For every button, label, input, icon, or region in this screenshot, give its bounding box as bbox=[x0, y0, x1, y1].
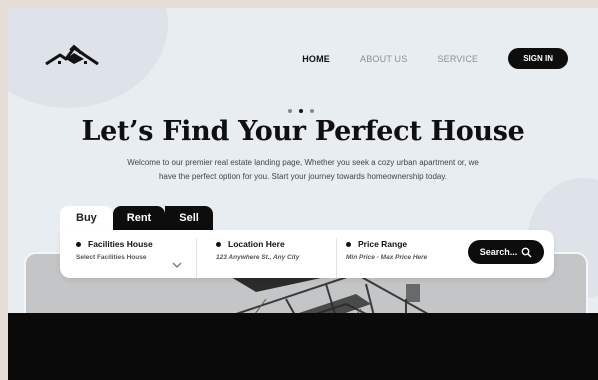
facilities-label: Facilities House bbox=[88, 239, 153, 249]
divider bbox=[336, 238, 337, 278]
nav-service[interactable]: SERVICE bbox=[437, 54, 478, 64]
bullet-icon bbox=[346, 241, 351, 247]
location-field[interactable]: Location Here 123 Anywhere St., Any City bbox=[216, 239, 299, 261]
carousel-dots bbox=[288, 109, 314, 113]
hero-title: Let’s Find Your Perfect House bbox=[81, 116, 525, 147]
hero-subtitle: Welcome to our premier real estate landi… bbox=[8, 156, 598, 184]
listing-tabs: Buy Rent Sell bbox=[60, 206, 213, 232]
facilities-value: Select Facilities House bbox=[76, 254, 147, 261]
tab-sell[interactable]: Sell bbox=[165, 206, 213, 232]
price-value: Min Price - Max Price Here bbox=[346, 254, 428, 261]
nav-about-us[interactable]: ABOUT US bbox=[360, 54, 407, 64]
footer-band bbox=[8, 313, 598, 380]
tab-buy[interactable]: Buy bbox=[60, 206, 113, 232]
price-title: Price Range bbox=[346, 239, 427, 249]
main-nav: HOME ABOUT US SERVICE SIGN IN bbox=[302, 48, 568, 69]
sign-in-button[interactable]: SIGN IN bbox=[508, 48, 568, 69]
house-roof-logo-icon[interactable] bbox=[44, 42, 100, 72]
facilities-title: Facilities House bbox=[76, 239, 153, 249]
price-range-field[interactable]: Price Range Min Price - Max Price Here bbox=[346, 239, 427, 261]
price-label: Price Range bbox=[358, 239, 408, 249]
divider bbox=[196, 238, 197, 278]
bullet-icon bbox=[216, 241, 221, 247]
page-frame: HOME ABOUT US SERVICE SIGN IN Let’s Find… bbox=[8, 8, 598, 380]
carousel-dot-active[interactable] bbox=[299, 109, 303, 113]
search-icon bbox=[521, 247, 532, 258]
bullet-icon bbox=[76, 241, 81, 247]
carousel-dot[interactable] bbox=[288, 109, 292, 113]
chevron-down-icon[interactable] bbox=[172, 260, 182, 270]
hero-subtitle-line: Welcome to our premier real estate landi… bbox=[127, 158, 479, 167]
search-button[interactable]: Search... bbox=[468, 240, 544, 264]
search-card: Facilities House Select Facilities House… bbox=[60, 230, 554, 278]
carousel-dot[interactable] bbox=[310, 109, 314, 113]
tab-rent[interactable]: Rent bbox=[112, 206, 166, 232]
location-value: 123 Anywhere St., Any City bbox=[216, 254, 300, 261]
facilities-field[interactable]: Facilities House Select Facilities House bbox=[76, 239, 153, 261]
nav-home[interactable]: HOME bbox=[302, 54, 330, 64]
search-button-label: Search... bbox=[479, 247, 518, 257]
location-label: Location Here bbox=[228, 239, 285, 249]
location-title: Location Here bbox=[216, 239, 299, 249]
hero-subtitle-line: have the perfect option for you. Start y… bbox=[158, 172, 447, 181]
